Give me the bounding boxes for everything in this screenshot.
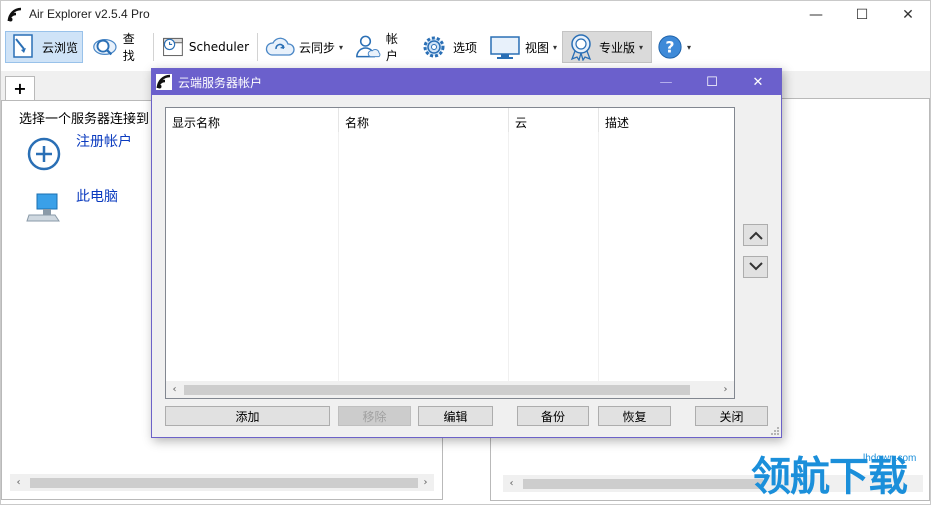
view-dropdown-caret[interactable]: ▾	[553, 43, 557, 52]
dialog-minimize-button[interactable]: —	[643, 69, 689, 95]
server-prompt: 选择一个服务器连接到	[19, 112, 150, 127]
move-down-button[interactable]	[743, 256, 768, 278]
column-description[interactable]: 描述	[599, 108, 734, 132]
sync-dropdown-caret[interactable]: ▾	[339, 43, 343, 52]
sync-label: 云同步	[298, 40, 335, 55]
column-divider	[508, 132, 509, 382]
edit-button[interactable]: 编辑	[418, 406, 493, 426]
column-divider	[338, 132, 339, 382]
pro-label: 专业版	[599, 40, 636, 55]
scroll-thumb[interactable]	[30, 478, 418, 488]
monitor-icon	[490, 36, 520, 59]
app-title: Air Explorer v2.5.4 Pro	[29, 7, 150, 21]
list-horizontal-scrollbar[interactable]: ‹ ›	[166, 381, 734, 398]
user-cloud-icon	[356, 35, 381, 58]
scroll-thumb[interactable]	[184, 385, 690, 395]
pro-dropdown-caret[interactable]: ▾	[639, 43, 643, 52]
register-account-link[interactable]: 注册帐户	[76, 131, 132, 151]
accounts-button[interactable]: 帐户	[349, 31, 413, 63]
scroll-left-arrow[interactable]: ‹	[166, 381, 183, 398]
options-button[interactable]: 选项	[415, 31, 483, 63]
cloud-accounts-dialog: 云端服务器帐户 — ☐ ✕ 显示名称 名称 云 描述 ‹ › 添加 移除 编辑 …	[151, 68, 782, 438]
remove-button[interactable]: 移除	[338, 406, 411, 426]
dialog-title: 云端服务器帐户	[178, 76, 263, 90]
scroll-thumb[interactable]	[523, 479, 763, 489]
accounts-label: 帐户	[385, 32, 398, 63]
pro-button[interactable]: 专业版 ▾	[562, 31, 652, 63]
app-logo-icon	[156, 74, 172, 90]
dialog-maximize-button[interactable]: ☐	[689, 69, 735, 95]
minimize-button[interactable]: —	[793, 1, 839, 29]
cloud-sync-icon	[265, 37, 295, 56]
scroll-right-arrow[interactable]: ›	[417, 474, 434, 491]
computer-icon[interactable]	[25, 191, 63, 223]
browse-label: 云浏览	[42, 40, 79, 55]
sync-button[interactable]: 云同步 ▾	[261, 31, 347, 63]
add-button[interactable]: 添加	[165, 406, 330, 426]
scheduler-button[interactable]: Scheduler	[157, 31, 253, 63]
options-label: 选项	[453, 40, 478, 55]
scroll-right-arrow[interactable]: ›	[717, 381, 734, 398]
scroll-left-arrow[interactable]: ‹	[503, 475, 520, 492]
chevron-down-icon	[748, 262, 763, 271]
search-label: 查找	[122, 32, 135, 63]
resize-grip-icon[interactable]	[771, 427, 779, 435]
search-icon	[93, 38, 117, 56]
maximize-button[interactable]: ☐	[839, 1, 885, 29]
title-bar: Air Explorer v2.5.4 Pro — ☐ ✕	[1, 1, 930, 29]
svg-text:?: ?	[665, 38, 674, 57]
backup-button[interactable]: 备份	[517, 406, 589, 426]
calendar-clock-icon	[163, 37, 183, 57]
left-horizontal-scrollbar[interactable]: ‹ ›	[10, 474, 434, 491]
help-dropdown-caret[interactable]: ▾	[687, 43, 691, 52]
browse-button[interactable]: 云浏览	[5, 31, 83, 63]
search-button[interactable]: 查找	[87, 31, 149, 63]
column-name[interactable]: 名称	[339, 108, 509, 132]
cloud-browse-icon	[13, 34, 33, 58]
gear-icon	[423, 36, 445, 58]
close-button[interactable]: ✕	[885, 1, 931, 29]
dialog-title-bar: 云端服务器帐户 — ☐ ✕	[152, 69, 781, 95]
scheduler-label: Scheduler	[188, 40, 249, 54]
add-circle-icon[interactable]	[27, 137, 61, 171]
award-ribbon-icon	[570, 34, 592, 61]
accounts-list[interactable]: 显示名称 名称 云 描述 ‹ ›	[165, 107, 735, 399]
column-display-name[interactable]: 显示名称	[166, 108, 339, 132]
watermark-url: lhdown.com	[863, 453, 917, 464]
view-button[interactable]: 视图 ▾	[485, 31, 561, 63]
column-cloud[interactable]: 云	[509, 108, 599, 132]
list-header: 显示名称 名称 云 描述	[166, 108, 734, 132]
toolbar: 云浏览 查找 Scheduler 云同步 ▾ 帐户 选项 视图 ▾ 专业版 ▾ …	[1, 29, 930, 65]
toolbar-divider	[257, 33, 258, 61]
move-up-button[interactable]	[743, 224, 768, 246]
chevron-up-icon	[748, 231, 763, 240]
view-label: 视图	[524, 40, 549, 55]
restore-button[interactable]: 恢复	[598, 406, 671, 426]
close-dialog-button[interactable]: 关闭	[695, 406, 768, 426]
app-logo-icon	[7, 7, 22, 22]
add-tab-button[interactable]: +	[5, 76, 35, 100]
scroll-left-arrow[interactable]: ‹	[10, 474, 27, 491]
help-icon: ?	[658, 35, 682, 59]
this-pc-link[interactable]: 此电脑	[76, 186, 118, 206]
column-divider	[598, 132, 599, 382]
toolbar-divider	[153, 33, 154, 61]
dialog-close-button[interactable]: ✕	[735, 69, 781, 95]
main-window: Air Explorer v2.5.4 Pro — ☐ ✕ 云浏览 查找 Sch…	[0, 0, 931, 505]
help-button[interactable]: ? ▾	[653, 31, 695, 63]
